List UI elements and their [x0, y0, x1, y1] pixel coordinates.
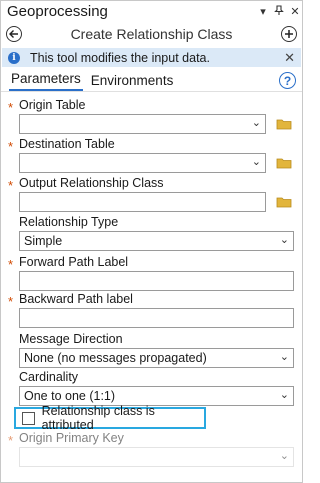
message-direction-label: Message Direction [19, 332, 123, 346]
required-marker: * [8, 433, 14, 448]
output-relationship-class-input[interactable] [19, 192, 266, 212]
chevron-down-icon[interactable]: ⌄ [280, 350, 289, 363]
message-direction-value: None (no messages propagated) [24, 351, 207, 365]
chevron-down-icon[interactable]: ⌄ [280, 449, 289, 462]
browse-folder-icon[interactable] [276, 157, 292, 169]
plus-icon [285, 30, 293, 38]
tool-navbar: Create Relationship Class [1, 22, 302, 46]
back-button[interactable] [6, 26, 22, 42]
pane-titlebar: Geoprocessing ▾ ✕ [1, 1, 302, 22]
chevron-down-icon[interactable]: ⌄ [252, 155, 261, 168]
output-relationship-class-label: Output Relationship Class [19, 176, 164, 190]
chevron-down-icon[interactable]: ⌄ [252, 116, 261, 129]
origin-primary-key-label: Origin Primary Key [19, 431, 124, 445]
backward-path-label-label: Backward Path label [19, 292, 133, 306]
relationship-type-label: Relationship Type [19, 215, 119, 229]
required-marker: * [8, 139, 14, 154]
attributed-checkbox[interactable] [22, 411, 35, 425]
forward-path-label-label: Forward Path Label [19, 255, 129, 269]
cardinality-label: Cardinality [19, 370, 79, 384]
close-pane-icon[interactable]: ✕ [288, 5, 302, 18]
tab-environments[interactable]: Environments [89, 73, 176, 91]
required-marker: * [8, 257, 14, 272]
relationship-type-value: Simple [24, 234, 63, 248]
tool-title: Create Relationship Class [70, 26, 233, 42]
back-arrow-icon [9, 30, 18, 38]
browse-folder-icon[interactable] [276, 118, 292, 130]
geoprocessing-pane: Geoprocessing ▾ ✕ Create Relationship Cl… [0, 0, 303, 483]
destination-table-combobox[interactable]: ⌄ [19, 153, 266, 173]
info-message: This tool modifies the input data. [30, 50, 210, 65]
required-marker: * [8, 294, 14, 309]
dismiss-info-icon[interactable]: ✕ [284, 50, 295, 66]
destination-table-label: Destination Table [19, 137, 115, 151]
cardinality-value: One to one (1:1) [24, 389, 116, 403]
pane-options-chevron-icon[interactable]: ▾ [256, 5, 270, 18]
cardinality-dropdown[interactable]: One to one (1:1) ⌄ [19, 386, 294, 406]
origin-table-label: Origin Table [19, 98, 86, 112]
tab-parameters[interactable]: Parameters [9, 71, 83, 91]
origin-table-combobox[interactable]: ⌄ [19, 114, 266, 134]
required-marker: * [8, 100, 14, 115]
add-button[interactable] [281, 26, 297, 42]
info-banner: i This tool modifies the input data. ✕ [2, 48, 301, 67]
attributed-checkbox-row[interactable]: Relationship class is attributed [14, 404, 206, 432]
chevron-down-icon[interactable]: ⌄ [280, 233, 289, 246]
help-icon[interactable]: ? [279, 72, 296, 89]
pane-title: Geoprocessing [7, 3, 108, 20]
attributed-checkbox-label: Relationship class is attributed [41, 404, 155, 432]
origin-primary-key-dropdown[interactable]: ⌄ [19, 447, 294, 467]
message-direction-dropdown[interactable]: None (no messages propagated) ⌄ [19, 348, 294, 368]
forward-path-label-input[interactable] [19, 271, 294, 291]
tab-divider [1, 91, 302, 92]
relationship-type-dropdown[interactable]: Simple ⌄ [19, 231, 294, 251]
tab-bar: Parameters Environments ? [1, 67, 302, 91]
backward-path-label-input[interactable] [19, 308, 294, 328]
info-icon: i [8, 51, 20, 64]
required-marker: * [8, 178, 14, 193]
pin-icon[interactable] [272, 4, 286, 19]
chevron-down-icon[interactable]: ⌄ [280, 388, 289, 401]
browse-folder-icon[interactable] [276, 196, 292, 208]
